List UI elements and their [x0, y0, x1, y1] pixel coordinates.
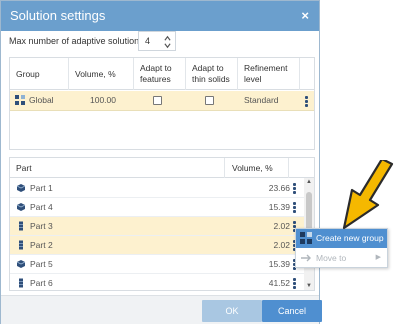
part-volume: 41.52	[268, 278, 290, 288]
thin-part-icon	[19, 240, 23, 250]
table-row[interactable]: Part 1 23.66	[10, 179, 304, 198]
table-row[interactable]: Part 4 15.39	[10, 198, 304, 217]
part-name: Part 1	[30, 183, 53, 193]
dialog-title: Solution settings	[10, 8, 106, 23]
header-refinement[interactable]: Refinement level	[238, 58, 300, 90]
part-name: Part 3	[30, 221, 53, 231]
group-refinement: Standard	[244, 95, 279, 105]
max-solutions-value: 4	[145, 36, 151, 46]
solid-part-icon	[16, 203, 26, 211]
annotation-arrow-icon	[342, 160, 394, 230]
group-table: Group Volume, % Adapt to features Adapt …	[9, 57, 315, 150]
max-solutions-stepper[interactable]: 4	[138, 31, 176, 51]
table-row[interactable]: Part 5 15.39	[10, 255, 304, 274]
stepper-up-icon[interactable]	[164, 35, 171, 42]
group-volume: 100.00	[90, 95, 116, 105]
part-context-menu: Create new group Move to ▶	[295, 228, 388, 268]
submenu-arrow-icon: ▶	[375, 254, 381, 261]
ok-button[interactable]: OK	[202, 300, 262, 322]
dialog-footer: OK Cancel	[1, 295, 322, 324]
group-row-menu-icon[interactable]	[305, 96, 308, 108]
part-name: Part 6	[30, 278, 53, 288]
create-new-group-label: Create new group	[316, 233, 384, 243]
thin-part-icon	[19, 278, 23, 288]
part-volume: 15.39	[268, 259, 290, 269]
part-volume: 2.02	[273, 240, 290, 250]
screenshot-stage: Solution settings × Max number of adapti…	[0, 0, 398, 324]
thin-part-icon	[19, 221, 23, 231]
group-table-header: Group Volume, % Adapt to features Adapt …	[10, 58, 314, 90]
part-name: Part 5	[30, 259, 53, 269]
part-row-menu-icon[interactable]	[293, 278, 296, 290]
part-table: Part Volume, % Part 1 23.66 Part 4 15.39 Par…	[9, 157, 315, 291]
scroll-down-icon[interactable]: ▼	[306, 283, 312, 289]
move-to-item[interactable]: Move to ▶	[296, 249, 387, 267]
cancel-button[interactable]: Cancel	[262, 300, 322, 322]
group-icon	[15, 95, 25, 105]
part-name: Part 4	[30, 202, 53, 212]
header-divider	[288, 158, 289, 178]
adapt-features-checkbox[interactable]	[153, 96, 162, 105]
group-name: Global	[29, 95, 54, 105]
part-volume: 23.66	[268, 183, 290, 193]
table-row[interactable]: Part 6 41.52	[10, 274, 304, 290]
group-icon	[300, 232, 312, 244]
move-to-label: Move to	[316, 253, 347, 263]
header-part[interactable]: Part	[16, 163, 32, 173]
header-actions	[300, 58, 314, 90]
scroll-up-icon[interactable]: ▲	[306, 179, 312, 185]
table-row[interactable]: Part 2 2.02	[10, 236, 304, 255]
header-part-volume[interactable]: Volume, %	[232, 163, 273, 173]
adapt-thin-checkbox[interactable]	[205, 96, 214, 105]
solution-settings-dialog: Solution settings × Max number of adapti…	[0, 0, 322, 324]
solid-part-icon	[16, 184, 26, 192]
close-icon[interactable]: ×	[301, 8, 309, 23]
header-divider	[224, 158, 225, 178]
part-volume: 15.39	[268, 202, 290, 212]
part-row-menu-icon[interactable]	[293, 183, 296, 195]
header-adapt-features[interactable]: Adapt to features	[134, 58, 186, 90]
solid-part-icon	[16, 260, 26, 268]
group-row-global[interactable]: Global 100.00 Standard	[10, 91, 314, 111]
part-name: Part 2	[30, 240, 53, 250]
header-adapt-thin[interactable]: Adapt to thin solids	[186, 58, 238, 90]
stepper-down-icon[interactable]	[164, 42, 171, 49]
max-solutions-label: Max number of adaptive solutions:	[9, 36, 147, 46]
header-volume[interactable]: Volume, %	[69, 58, 134, 90]
table-row[interactable]: Part 3 2.02	[10, 217, 304, 236]
move-arrow-icon	[301, 254, 311, 262]
header-group[interactable]: Group	[10, 58, 69, 90]
part-volume: 2.02	[273, 221, 290, 231]
dialog-titlebar: Solution settings ×	[1, 1, 319, 31]
part-row-menu-icon[interactable]	[293, 202, 296, 214]
part-table-header: Part Volume, %	[10, 158, 314, 178]
